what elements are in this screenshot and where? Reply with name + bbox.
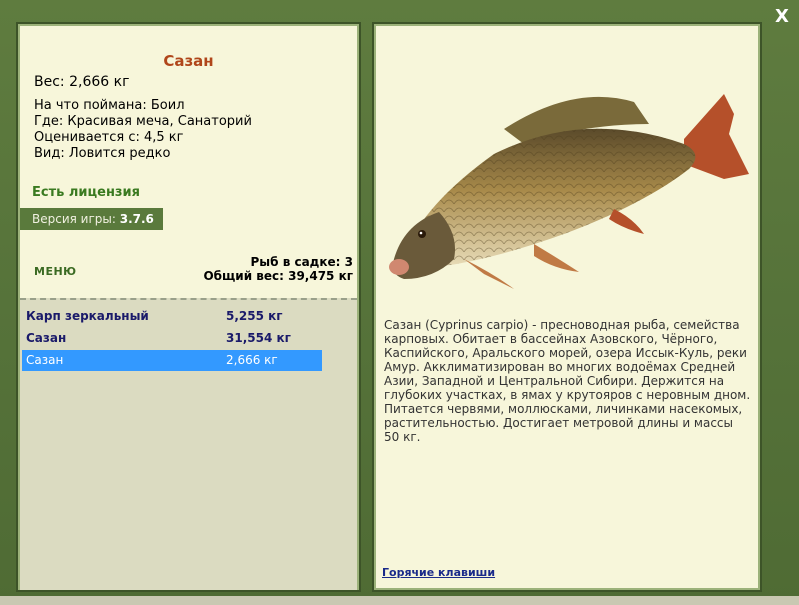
license-status: Есть лицензия xyxy=(32,185,140,200)
bottom-strip xyxy=(0,596,799,605)
close-icon[interactable]: X xyxy=(770,6,794,28)
list-item-weight: 5,255 кг xyxy=(226,309,283,323)
game-window: X Сазан Вес: 2,666 кг На что поймана: Бо… xyxy=(0,0,799,605)
rarity: Вид: Ловится редко xyxy=(34,146,171,161)
fish-weight: Вес: 2,666 кг xyxy=(34,74,130,90)
fish-description: Сазан (Cyprinus carpio) - пресноводная р… xyxy=(384,318,751,444)
version-label: Версия игры: xyxy=(32,212,116,226)
version-value: 3.7.6 xyxy=(119,212,154,226)
caught-with: На что поймана: Боил xyxy=(34,98,185,113)
divider xyxy=(20,298,357,300)
list-item-weight: 2,666 кг xyxy=(226,353,278,367)
fish-info-panel: Сазан Вес: 2,666 кг На что поймана: Боил… xyxy=(16,22,361,592)
list-item-name: Сазан xyxy=(26,331,67,345)
keepnet-stats: Рыб в садке: 3 Общий вес: 39,475 кг xyxy=(203,255,353,283)
list-item[interactable]: Сазан 31,554 кг xyxy=(22,328,322,349)
list-item[interactable]: Карп зеркальный 5,255 кг xyxy=(22,306,322,327)
fish-description-panel: Сазан (Cyprinus carpio) - пресноводная р… xyxy=(372,22,762,592)
fish-illustration xyxy=(389,94,749,289)
list-item-name: Сазан xyxy=(26,353,64,367)
keepnet-count: Рыб в садке: 3 xyxy=(250,255,354,269)
hotkeys-link[interactable]: Горячие клавиши xyxy=(382,566,495,579)
location: Где: Красивая меча, Санаторий xyxy=(34,114,252,129)
game-version: Версия игры: 3.7.6 xyxy=(20,208,163,230)
keepnet-total-weight: Общий вес: 39,475 кг xyxy=(203,269,353,283)
fish-title: Сазан xyxy=(163,52,214,70)
menu-button[interactable]: МЕНЮ xyxy=(34,265,77,278)
list-item-name: Карп зеркальный xyxy=(26,309,149,323)
valued-from: Оценивается с: 4,5 кг xyxy=(34,130,184,145)
list-item-weight: 31,554 кг xyxy=(226,331,291,345)
list-item-selected[interactable]: Сазан 2,666 кг xyxy=(22,350,322,371)
